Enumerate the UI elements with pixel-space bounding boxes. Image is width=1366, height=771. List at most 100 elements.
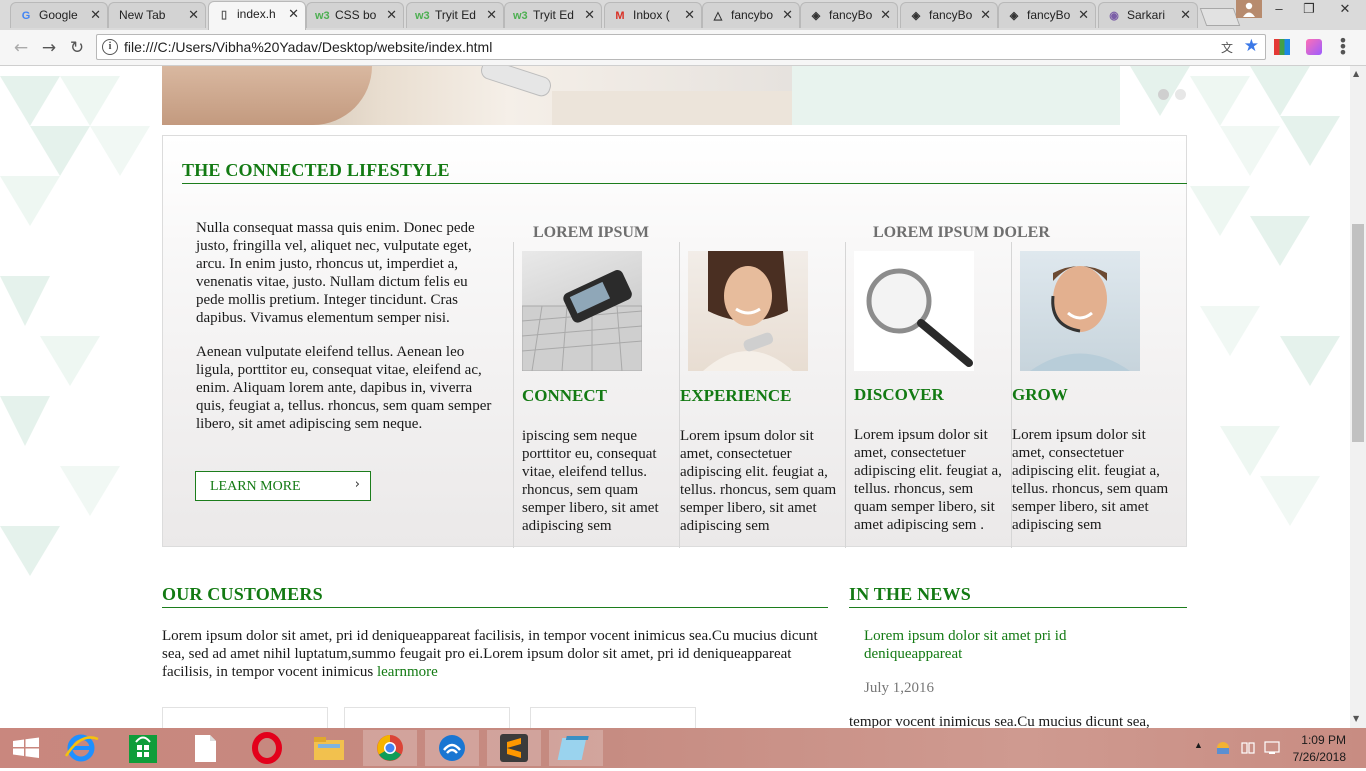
close-tab-icon[interactable]: ✕: [880, 7, 891, 23]
learn-more-button[interactable]: LEARN MORE ›: [195, 471, 371, 501]
browser-tab[interactable]: ◈ fancyBo ✕: [998, 2, 1096, 28]
color-extension-icon[interactable]: [1274, 39, 1290, 55]
profile-icon[interactable]: [1236, 0, 1262, 18]
chrome-icon[interactable]: [363, 730, 417, 766]
close-tab-icon[interactable]: ✕: [90, 7, 101, 23]
close-tab-icon[interactable]: ✕: [486, 7, 497, 23]
connect-image: [522, 251, 642, 371]
browser-tab[interactable]: ◉ Sarkari ✕: [1098, 2, 1198, 28]
sublime-text-icon[interactable]: [487, 730, 541, 766]
opera-icon[interactable]: [240, 730, 294, 766]
clock-date[interactable]: 7/26/2018: [1290, 750, 1346, 764]
address-bar[interactable]: i file:///C:/Users/Vibha%20Yadav/Desktop…: [96, 34, 1266, 60]
windows-start-icon[interactable]: [0, 730, 54, 766]
browser-tab[interactable]: ◈ fancyBo ✕: [800, 2, 898, 28]
google-icon: G: [21, 10, 31, 22]
browser-tab[interactable]: w3 Tryit Ed ✕: [504, 2, 602, 28]
browser-tab[interactable]: ◈ fancyBo ✕: [900, 2, 998, 28]
learn-more-label: LEARN MORE: [210, 479, 301, 494]
scroll-up-arrow[interactable]: ▲: [1353, 69, 1359, 78]
reload-button[interactable]: ↻: [66, 37, 88, 59]
tab-label: CSS bo: [335, 8, 377, 22]
card-title-grow: GROW: [1012, 385, 1068, 404]
url-text[interactable]: file:///C:/Users/Vibha%20Yadav/Desktop/w…: [124, 39, 492, 55]
customers-divider: [162, 607, 828, 608]
hero-image: [162, 66, 792, 125]
browser-tab[interactable]: G Google ✕: [10, 2, 108, 28]
gmail-icon: M: [615, 10, 625, 22]
drive-icon: △: [713, 10, 723, 22]
close-tab-icon[interactable]: ✕: [782, 7, 793, 23]
close-tab-icon[interactable]: ✕: [386, 7, 397, 23]
new-tab-button[interactable]: [1199, 8, 1241, 26]
section-title: THE CONNECTED LIFESTYLE: [182, 160, 450, 180]
tab-label: index.h: [237, 7, 276, 21]
close-tab-icon[interactable]: ✕: [684, 7, 695, 23]
browser-tab[interactable]: w3 Tryit Ed ✕: [406, 2, 504, 28]
restore-button[interactable]: ❐: [1294, 0, 1324, 18]
browser-tab[interactable]: M Inbox (✕: [604, 2, 702, 28]
slider-dot-active[interactable]: [1158, 89, 1169, 100]
battery-icon[interactable]: [1240, 740, 1256, 756]
notepad-icon[interactable]: [549, 730, 603, 766]
close-tab-icon[interactable]: ✕: [1078, 7, 1089, 23]
learnmore-link[interactable]: learnmore: [377, 664, 438, 680]
card-text-connect: ipiscing sem neque porttitor eu, consequ…: [522, 428, 659, 534]
customer-logo-card: [530, 707, 696, 728]
windows-store-icon[interactable]: [116, 730, 170, 766]
section-divider: [182, 183, 1187, 184]
browser-tab[interactable]: New Tab ✕: [108, 2, 206, 28]
grow-image: [1020, 251, 1140, 371]
codepen-icon: ◈: [811, 10, 821, 22]
group-title-lorem-ipsum: LOREM IPSUM: [533, 224, 649, 241]
close-tab-icon[interactable]: ✕: [188, 7, 199, 23]
show-hidden-icons-icon[interactable]: ▲: [1194, 740, 1203, 750]
customers-text: Lorem ipsum dolor sit amet, pri id deniq…: [162, 627, 828, 681]
card-title-connect: CONNECT: [522, 386, 608, 405]
clock-time[interactable]: 1:09 PM: [1290, 733, 1346, 747]
scroll-down-arrow[interactable]: ▼: [1353, 714, 1359, 723]
bookmark-star-icon[interactable]: ★: [1244, 36, 1259, 56]
tab-label: fancybo: [731, 8, 774, 22]
minimize-button[interactable]: –: [1264, 0, 1294, 18]
tab-label: Tryit Ed: [435, 8, 476, 22]
volume-icon[interactable]: [1264, 740, 1280, 756]
hero-panel: [792, 66, 1120, 125]
forward-button[interactable]: →: [38, 37, 60, 59]
gradient-extension-icon[interactable]: [1306, 39, 1322, 55]
browser-tab[interactable]: △ fancybo ✕: [702, 2, 800, 28]
w3schools-icon: w3: [513, 10, 528, 22]
windows-taskbar: ▲ 1:09 PM 7/26/2018: [0, 728, 1366, 768]
codepen-icon: ◈: [1009, 10, 1019, 22]
discover-image: [854, 251, 974, 371]
close-tab-icon[interactable]: ✕: [1180, 7, 1191, 23]
browser-tab[interactable]: w3 CSS bo ✕: [306, 2, 404, 28]
onedrive-icon[interactable]: [1214, 741, 1232, 755]
card-title-discover: DISCOVER: [854, 385, 944, 404]
translate-icon[interactable]: 文: [1221, 39, 1233, 56]
close-tab-icon[interactable]: ✕: [288, 6, 299, 22]
close-tab-icon[interactable]: ✕: [980, 7, 991, 23]
news-date: July 1,2016: [864, 680, 935, 696]
chrome-menu-icon[interactable]: • • •: [1338, 33, 1348, 61]
group-title-lorem-ipsum-doler: LOREM IPSUM DOLER: [873, 224, 1050, 241]
browser-tab[interactable]: ▯ index.h ✕: [208, 1, 306, 30]
network-app-icon[interactable]: [425, 730, 479, 766]
scrollbar-thumb[interactable]: [1352, 224, 1364, 442]
site-info-icon[interactable]: i: [102, 39, 118, 55]
internet-explorer-icon[interactable]: [54, 730, 108, 766]
tab-label: Tryit Ed: [533, 8, 574, 22]
close-window-button[interactable]: ✕: [1324, 0, 1366, 18]
tab-strip: G Google ✕ New Tab ✕ ▯ index.h ✕ w3 CSS bo ✕ w3 Tryi…: [0, 0, 1366, 30]
back-button[interactable]: ←: [10, 37, 32, 59]
news-headline-link[interactable]: Lorem ipsum dolor sit amet pri id deniqu…: [864, 627, 1154, 663]
column-divider: [845, 242, 846, 548]
vertical-scrollbar[interactable]: ▲ ▼: [1350, 66, 1366, 728]
close-tab-icon[interactable]: ✕: [584, 7, 595, 23]
slider-dot[interactable]: [1175, 89, 1186, 100]
tab-label: Sarkari: [1127, 8, 1166, 22]
file-icon[interactable]: [178, 730, 232, 766]
file-explorer-icon[interactable]: [302, 730, 356, 766]
tab-label: New Tab: [119, 8, 166, 22]
customer-logo-card: [344, 707, 510, 728]
